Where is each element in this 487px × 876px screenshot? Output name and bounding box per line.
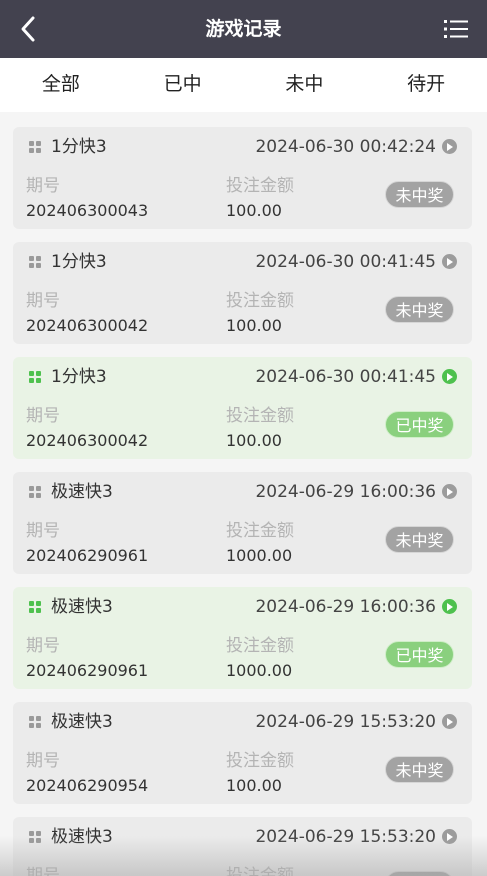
amount-label: 投注金额 xyxy=(226,521,294,541)
tab-all[interactable]: 全部 xyxy=(0,58,122,112)
game-grid-icon xyxy=(29,601,41,613)
bet-time: 2024-06-29 15:53:20 xyxy=(255,712,436,732)
tab-pending[interactable]: 待开 xyxy=(365,58,487,112)
game-name: 1分快3 xyxy=(51,367,107,387)
game-grid-icon xyxy=(29,141,41,153)
game-grid-icon xyxy=(29,486,41,498)
game-grid-icon xyxy=(29,371,41,383)
bet-time: 2024-06-30 00:41:45 xyxy=(255,252,436,272)
amount-label: 投注金额 xyxy=(226,636,294,656)
record-card[interactable]: 1分快3 2024-06-30 00:42:24 期号 投注金额 20240630004… xyxy=(13,127,472,229)
play-arrow-icon[interactable] xyxy=(442,254,457,269)
play-arrow-icon[interactable] xyxy=(442,139,457,154)
filter-tabs: 全部 已中 未中 待开 xyxy=(0,58,487,112)
bet-amount: 100.00 xyxy=(226,201,282,220)
bet-time: 2024-06-30 00:42:24 xyxy=(255,137,436,157)
game-name: 1分快3 xyxy=(51,252,107,272)
bet-amount: 100.00 xyxy=(226,776,282,795)
issue-number: 202406300043 xyxy=(26,201,149,220)
record-card[interactable]: 极速快3 2024-06-29 16:00:36 期号 投注金额 20240629096… xyxy=(13,587,472,689)
status-badge: 已中奖 xyxy=(385,411,454,438)
issue-label: 期号 xyxy=(26,751,60,771)
bottom-fade xyxy=(0,836,487,876)
list-menu-icon xyxy=(444,20,468,38)
issue-label: 期号 xyxy=(26,176,60,196)
game-name: 极速快3 xyxy=(51,712,113,732)
play-arrow-icon[interactable] xyxy=(442,369,457,384)
game-name: 极速快3 xyxy=(51,482,113,502)
issue-number: 202406300042 xyxy=(26,431,149,450)
game-grid-icon xyxy=(29,256,41,268)
issue-label: 期号 xyxy=(26,406,60,426)
menu-button[interactable] xyxy=(443,16,469,42)
status-badge: 未中奖 xyxy=(385,181,454,208)
bet-time: 2024-06-30 00:41:45 xyxy=(255,367,436,387)
record-card[interactable]: 极速快3 2024-06-29 16:00:36 期号 投注金额 20240629096… xyxy=(13,472,472,574)
tab-lost[interactable]: 未中 xyxy=(244,58,366,112)
bet-time: 2024-06-29 16:00:36 xyxy=(255,482,436,502)
record-card[interactable]: 1分快3 2024-06-30 00:41:45 期号 投注金额 20240630004… xyxy=(13,357,472,459)
amount-label: 投注金额 xyxy=(226,176,294,196)
top-bar: 游戏记录 xyxy=(0,0,487,58)
bet-time: 2024-06-29 16:00:36 xyxy=(255,597,436,617)
issue-label: 期号 xyxy=(26,291,60,311)
play-arrow-icon[interactable] xyxy=(442,714,457,729)
play-arrow-icon[interactable] xyxy=(442,599,457,614)
record-card[interactable]: 极速快3 2024-06-29 15:53:20 期号 投注金额 20240629095… xyxy=(13,702,472,804)
tab-won[interactable]: 已中 xyxy=(122,58,244,112)
game-grid-icon xyxy=(29,716,41,728)
bet-amount: 1000.00 xyxy=(226,546,293,565)
page-title: 游戏记录 xyxy=(205,18,282,40)
issue-label: 期号 xyxy=(26,636,60,656)
issue-number: 202406300042 xyxy=(26,316,149,335)
game-name: 1分快3 xyxy=(51,137,107,157)
issue-number: 202406290961 xyxy=(26,661,149,680)
game-name: 极速快3 xyxy=(51,597,113,617)
amount-label: 投注金额 xyxy=(226,291,294,311)
record-list[interactable]: 1分快3 2024-06-30 00:42:24 期号 投注金额 20240630004… xyxy=(0,112,487,876)
bet-amount: 1000.00 xyxy=(226,661,293,680)
play-arrow-icon[interactable] xyxy=(442,484,457,499)
bet-amount: 100.00 xyxy=(226,316,282,335)
issue-number: 202406290961 xyxy=(26,546,149,565)
status-badge: 未中奖 xyxy=(385,526,454,553)
issue-label: 期号 xyxy=(26,521,60,541)
amount-label: 投注金额 xyxy=(226,751,294,771)
record-card[interactable]: 1分快3 2024-06-30 00:41:45 期号 投注金额 20240630004… xyxy=(13,242,472,344)
amount-label: 投注金额 xyxy=(226,406,294,426)
bet-amount: 100.00 xyxy=(226,431,282,450)
issue-number: 202406290954 xyxy=(26,776,149,795)
status-badge: 未中奖 xyxy=(385,756,454,783)
status-badge: 未中奖 xyxy=(385,296,454,323)
status-badge: 已中奖 xyxy=(385,641,454,668)
